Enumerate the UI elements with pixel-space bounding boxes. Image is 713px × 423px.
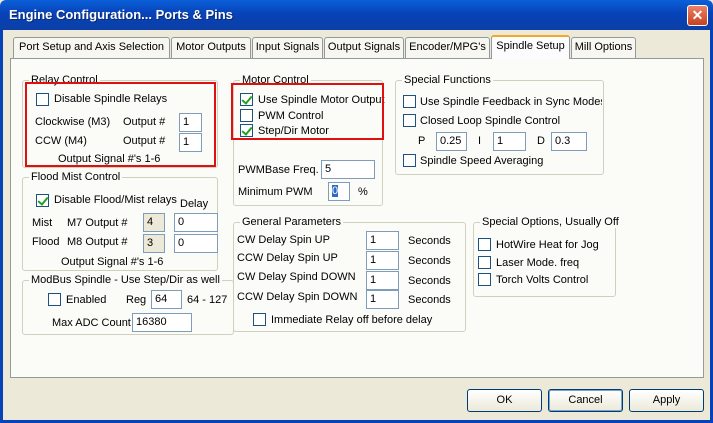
tab-motor-outputs[interactable]: Motor Outputs <box>171 37 251 58</box>
ccw-spin-down-unit: Seconds <box>408 294 451 306</box>
spindle-feedback-checkbox[interactable] <box>403 95 416 108</box>
relay-highlight-box <box>25 82 216 167</box>
apply-button[interactable]: Apply <box>629 389 704 412</box>
reg-range: 64 - 127 <box>187 294 228 306</box>
cw-spin-down-label: CW Delay Spind DOWN <box>237 271 356 283</box>
flood-mist-title: Flood Mist Control <box>29 171 123 183</box>
ccw-spin-down-label: CCW Delay Spin DOWN <box>237 291 358 303</box>
minimum-pwm-field[interactable]: 0 <box>328 182 350 201</box>
speed-averaging-label: Spindle Speed Averaging <box>420 155 544 167</box>
general-parameters-title: General Parameters <box>240 216 344 228</box>
tab-spindle-setup[interactable]: Spindle Setup <box>491 35 570 59</box>
disable-flood-mist-checkbox[interactable] <box>36 194 49 207</box>
tab-encoder-mpg[interactable]: Encoder/MPG's <box>405 37 490 58</box>
m7-output-field[interactable]: 4 <box>143 213 165 232</box>
closed-loop-checkbox[interactable] <box>403 114 416 127</box>
special-functions-title: Special Functions <box>402 74 493 86</box>
flood-label: Flood <box>32 236 60 248</box>
cw-spin-up-field[interactable]: 1 <box>366 231 399 250</box>
tab-input-signals[interactable]: Input Signals <box>252 37 323 58</box>
p-label: P <box>418 135 426 147</box>
cw-spin-down-unit: Seconds <box>408 275 451 287</box>
flood-output-note: Output Signal #'s 1-6 <box>61 256 164 268</box>
immediate-relay-label: Immediate Relay off before delay <box>271 314 433 326</box>
minimum-pwm-label: Minimum PWM <box>238 186 313 198</box>
motor-highlight-box <box>231 83 384 140</box>
reg-field[interactable]: 64 <box>151 290 182 309</box>
minimum-pwm-unit: % <box>358 186 368 198</box>
m8-output-label: M8 Output # <box>67 236 128 248</box>
disable-flood-mist-label: Disable Flood/Mist relays <box>54 194 177 206</box>
tab-output-signals[interactable]: Output Signals <box>324 37 404 58</box>
closed-loop-label: Closed Loop Spindle Control <box>420 115 561 127</box>
spindle-feedback-label: Use Spindle Feedback in Sync Modes <box>420 96 602 108</box>
i-label: I <box>478 135 482 147</box>
m7-delay-field[interactable]: 0 <box>174 213 218 232</box>
m8-output-field[interactable]: 3 <box>143 234 165 253</box>
m8-delay-field[interactable]: 0 <box>174 234 218 253</box>
modbus-title: ModBus Spindle - Use Step/Dir as well <box>29 274 222 286</box>
cw-spin-up-unit: Seconds <box>408 235 451 247</box>
delay-label: Delay <box>180 198 209 210</box>
special-options-title: Special Options, Usually Off <box>480 216 621 228</box>
ccw-spin-up-label: CCW Delay Spin UP <box>237 252 338 264</box>
modbus-enabled-checkbox[interactable] <box>48 293 61 306</box>
laser-mode-checkbox[interactable] <box>478 256 491 269</box>
close-icon[interactable]: ✕ <box>687 5 708 26</box>
ccw-spin-down-field[interactable]: 1 <box>366 290 399 309</box>
ok-button[interactable]: OK <box>467 389 542 412</box>
tab-port-setup[interactable]: Port Setup and Axis Selection <box>13 37 170 58</box>
reg-label: Reg <box>126 294 147 306</box>
cw-spin-down-field[interactable]: 1 <box>366 271 399 290</box>
window-title: Engine Configuration... Ports & Pins <box>9 7 233 22</box>
d-field[interactable]: 0.3 <box>551 132 587 151</box>
d-label: D <box>537 135 545 147</box>
ccw-spin-up-field[interactable]: 1 <box>366 251 399 270</box>
torch-volts-label: Torch Volts Control <box>496 274 589 286</box>
pwm-base-freq-label: PWMBase Freq. <box>238 164 319 176</box>
torch-volts-checkbox[interactable] <box>478 273 491 286</box>
immediate-relay-checkbox[interactable] <box>253 313 266 326</box>
laser-mode-label: Laser Mode. freq <box>496 257 580 269</box>
cw-spin-up-label: CW Delay Spin UP <box>237 234 330 246</box>
p-field[interactable]: 0.25 <box>436 132 467 151</box>
i-field[interactable]: 1 <box>493 132 526 151</box>
title-bar[interactable]: Engine Configuration... Ports & Pins ✕ <box>0 0 713 30</box>
hotwire-checkbox[interactable] <box>478 238 491 251</box>
minimum-pwm-value: 0 <box>332 185 339 197</box>
ccw-spin-up-unit: Seconds <box>408 255 451 267</box>
mist-label: Mist <box>32 217 53 229</box>
max-adc-field[interactable]: 16380 <box>132 313 192 332</box>
speed-averaging-checkbox[interactable] <box>403 154 416 167</box>
tab-mill-options[interactable]: Mill Options <box>571 37 636 58</box>
cancel-button[interactable]: Cancel <box>548 389 623 412</box>
max-adc-label: Max ADC Count <box>52 317 131 329</box>
modbus-enabled-label: Enabled <box>66 294 107 306</box>
pwm-base-freq-field[interactable]: 5 <box>321 160 375 179</box>
m7-output-label: M7 Output # <box>67 217 128 229</box>
hotwire-label: HotWire Heat for Jog <box>496 239 599 251</box>
